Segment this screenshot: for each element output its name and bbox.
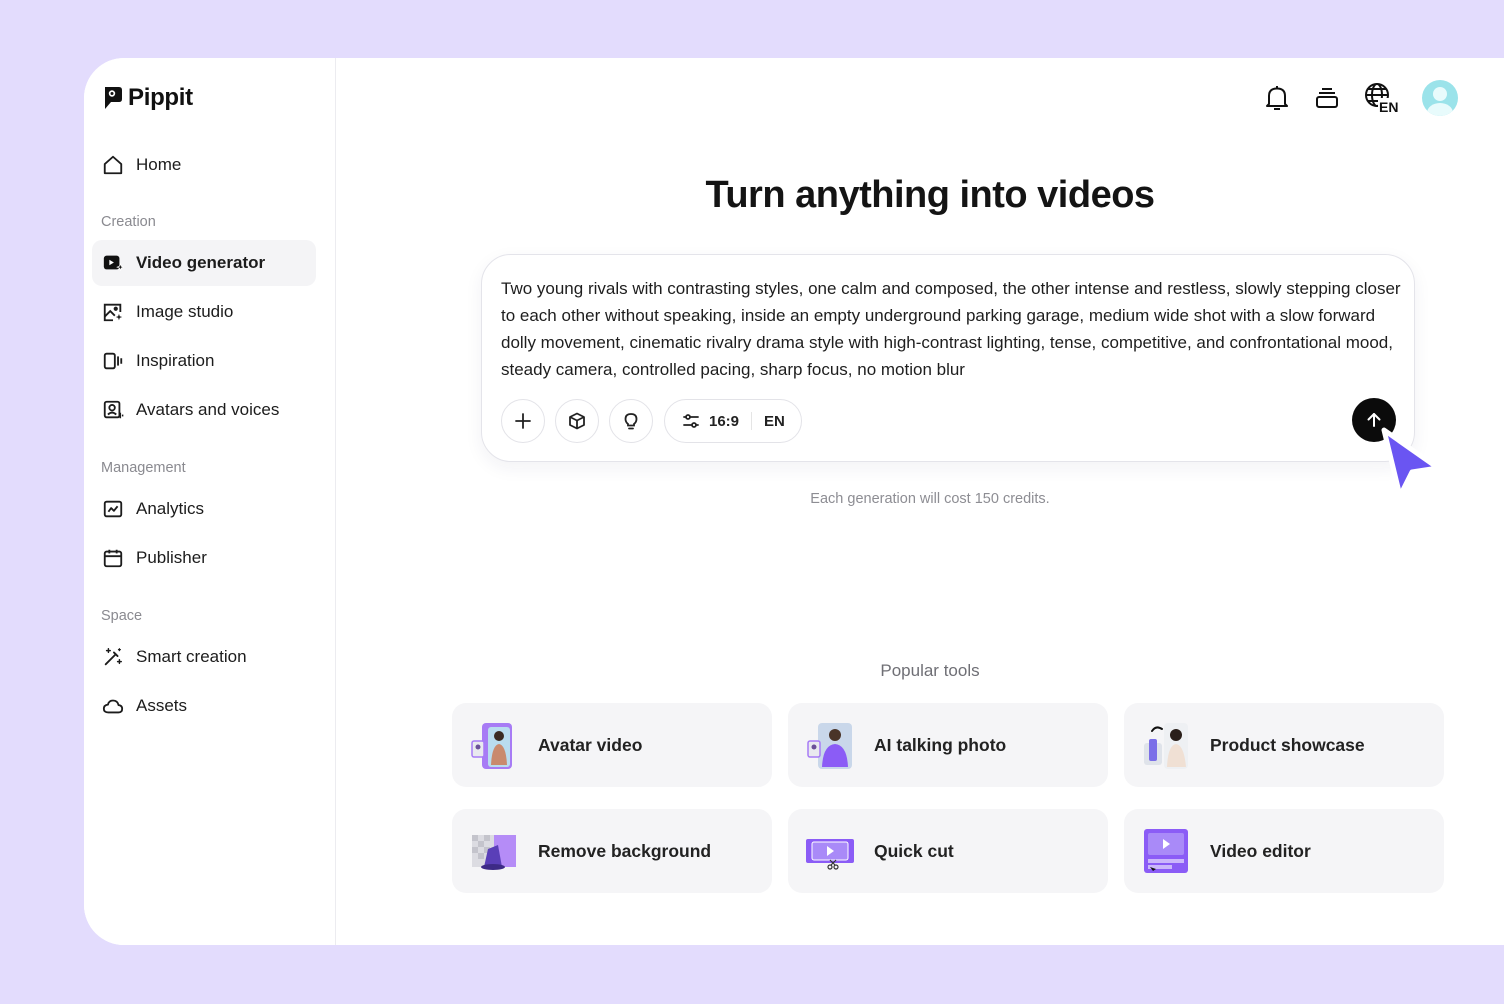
section-label-management: Management — [101, 460, 186, 476]
brand-name: Pippit — [128, 84, 193, 111]
tool-label: Avatar video — [538, 734, 643, 755]
avatar-video-thumbnail — [471, 723, 512, 769]
sidebar-item-image-studio[interactable]: Image studio — [92, 289, 316, 335]
page-title: Turn anything into videos — [705, 174, 1155, 216]
section-label-creation: Creation — [101, 214, 156, 230]
pippit-logo[interactable]: Pippit — [102, 84, 193, 112]
prompt-input[interactable]: Two young rivals with contrasting styles… — [501, 275, 1401, 383]
ai-talking-photo-thumbnail — [807, 723, 852, 769]
tool-label: Remove background — [538, 840, 712, 861]
sidebar-item-home[interactable]: Home — [92, 142, 316, 188]
stack-icon — [1316, 88, 1338, 108]
prompt-language-value: EN — [764, 412, 785, 430]
cube-icon — [569, 412, 585, 430]
sidebar-item-label: Avatars and voices — [136, 400, 280, 419]
cloud-icon — [102, 699, 124, 714]
avatar-voice-icon — [103, 400, 124, 419]
user-avatar[interactable] — [1422, 80, 1458, 116]
product-showcase-thumbnail — [1144, 723, 1188, 769]
video-generator-icon — [103, 255, 124, 272]
add-attachment-button[interactable] — [501, 399, 545, 443]
idea-button[interactable] — [609, 399, 653, 443]
sidebar-item-label: Assets — [136, 696, 188, 715]
tool-label: Quick cut — [874, 840, 954, 861]
sidebar-item-label: Image studio — [136, 302, 234, 321]
tool-remove-background[interactable]: Remove background — [452, 809, 772, 893]
svg-text:EN: EN — [1379, 99, 1398, 115]
sidebar-item-inspiration[interactable]: Inspiration — [92, 338, 316, 384]
inspiration-icon — [103, 352, 123, 370]
tool-quick-cut[interactable]: Quick cut — [788, 809, 1108, 893]
sidebar-item-label: Inspiration — [136, 351, 215, 370]
aspect-ratio-value: 16:9 — [709, 412, 740, 430]
globe-language-icon: EN — [1365, 83, 1402, 115]
sidebar-item-publisher[interactable]: Publisher — [92, 535, 316, 581]
sidebar-item-label: Home — [136, 155, 182, 174]
app-window: Pippit Home Creation Video generator Ima… — [84, 58, 1504, 945]
sliders-icon — [683, 414, 699, 428]
analytics-icon — [103, 500, 123, 518]
tool-video-editor[interactable]: Video editor — [1124, 809, 1444, 893]
sidebar-item-label: Publisher — [136, 548, 207, 567]
bell-icon — [1266, 86, 1288, 110]
sidebar-item-label: Smart creation — [136, 647, 247, 666]
calendar-icon — [103, 549, 123, 568]
tool-label: AI talking photo — [874, 734, 1007, 755]
tool-product-showcase[interactable]: Product showcase — [1124, 703, 1444, 787]
tool-avatar-video[interactable]: Avatar video — [452, 703, 772, 787]
image-studio-icon — [103, 303, 123, 322]
tool-ai-talking-photo[interactable]: AI talking photo — [788, 703, 1108, 787]
sidebar: Pippit Home Creation Video generator Ima… — [84, 58, 336, 945]
sidebar-item-analytics[interactable]: Analytics — [92, 486, 316, 532]
quick-cut-thumbnail — [806, 839, 854, 870]
popular-tools-title: Popular tools — [880, 661, 980, 680]
lightbulb-icon — [624, 413, 638, 430]
video-editor-thumbnail — [1144, 829, 1188, 873]
subscription-button[interactable] — [1312, 78, 1342, 118]
language-button[interactable]: EN — [1362, 78, 1402, 118]
section-label-space: Space — [101, 608, 143, 624]
product-button[interactable] — [555, 399, 599, 443]
remove-background-thumbnail — [472, 835, 516, 870]
sidebar-item-avatars-voices[interactable]: Avatars and voices — [92, 387, 316, 433]
credits-note: Each generation will cost 150 credits. — [810, 491, 1050, 507]
sidebar-item-label: Video generator — [136, 253, 266, 272]
magic-wand-icon — [104, 648, 122, 666]
video-settings-button[interactable]: 16:9 EN — [664, 399, 802, 443]
tool-label: Product showcase — [1210, 734, 1365, 755]
sidebar-item-label: Analytics — [136, 499, 205, 518]
home-icon — [103, 155, 123, 175]
divider — [751, 412, 753, 430]
tool-label: Video editor — [1210, 840, 1311, 861]
pippit-logo-icon — [105, 87, 122, 109]
prompt-box: Two young rivals with contrasting styles… — [481, 254, 1415, 462]
sidebar-item-video-generator[interactable]: Video generator — [92, 240, 316, 286]
plus-icon — [515, 413, 531, 429]
notifications-button[interactable] — [1262, 78, 1292, 118]
sidebar-item-smart-creation[interactable]: Smart creation — [92, 634, 316, 680]
sidebar-item-assets[interactable]: Assets — [92, 683, 316, 729]
topbar: EN — [1262, 78, 1458, 118]
